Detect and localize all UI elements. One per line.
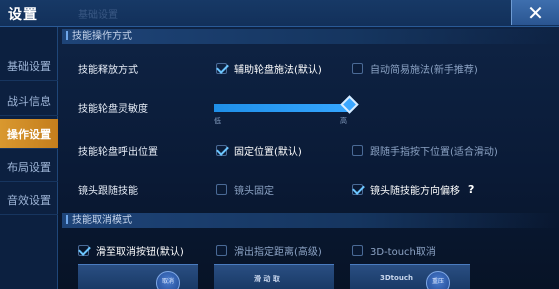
- slider-high-label: 高: [340, 117, 347, 125]
- slider-fill: [214, 104, 349, 112]
- section-header-operation: 技能操作方式: [62, 29, 559, 44]
- checkbox[interactable]: [352, 63, 363, 74]
- release-mode-label: 技能释放方式: [78, 65, 138, 76]
- option-label: 滑出指定距离(高级): [234, 247, 322, 258]
- checkbox[interactable]: [352, 245, 363, 256]
- camera-fixed-option[interactable]: 镜头固定: [216, 182, 274, 197]
- checkbox[interactable]: [216, 63, 227, 74]
- section-title: 技能取消模式: [72, 215, 132, 226]
- sidebar-item-basic[interactable]: 基础设置: [0, 51, 58, 81]
- sidebar-item-operation[interactable]: 操作设置: [0, 119, 58, 149]
- checkbox[interactable]: [352, 184, 363, 195]
- preview-cancel-button: 取消: [78, 264, 198, 289]
- position-follow-option[interactable]: 跟随手指按下位置(适合滑动): [352, 143, 498, 158]
- option-label: 滑至取消按钮(默认): [96, 247, 184, 258]
- option-label: 辅助轮盘施法(默认): [234, 65, 322, 76]
- page-title: 设置: [8, 7, 38, 23]
- checkbox[interactable]: [352, 145, 363, 156]
- sidebar-item-layout[interactable]: 布局设置: [0, 152, 58, 182]
- settings-content: 技能操作方式 技能释放方式 辅助轮盘施法(默认) 自动简易施法(新手推荐) 技能…: [62, 27, 559, 289]
- preview-press-circle: 重压: [426, 271, 450, 289]
- release-auto-option[interactable]: 自动简易施法(新手推荐): [352, 61, 478, 76]
- preview-label: 3Dtouch: [380, 274, 413, 282]
- preview-cancel-circle: 取消: [156, 271, 180, 289]
- preview-label: 滑 动 取: [254, 275, 280, 283]
- cancel-3dtouch-option[interactable]: 3D-touch取消: [352, 243, 436, 258]
- cancel-button-option[interactable]: 滑至取消按钮(默认): [78, 243, 184, 258]
- checkbox[interactable]: [216, 245, 227, 256]
- checkbox[interactable]: [78, 245, 89, 256]
- option-label: 跟随手指按下位置(适合滑动): [370, 147, 498, 158]
- camera-label: 镜头跟随技能: [78, 186, 138, 197]
- option-label: 自动简易施法(新手推荐): [370, 65, 478, 76]
- preview-distance: 滑 动 取: [214, 264, 334, 289]
- close-icon: ✕: [527, 0, 544, 25]
- section-marker: [66, 31, 68, 40]
- camera-follow-option[interactable]: 镜头随技能方向偏移 ?: [352, 182, 474, 197]
- sensitivity-slider[interactable]: [214, 104, 349, 112]
- slider-low-label: 低: [214, 117, 221, 125]
- help-icon[interactable]: ?: [468, 183, 474, 196]
- option-label: 3D-touch取消: [370, 247, 436, 258]
- option-label: 镜头固定: [234, 186, 274, 197]
- checkbox[interactable]: [216, 145, 227, 156]
- section-header-cancel: 技能取消模式: [62, 213, 559, 228]
- release-assist-option[interactable]: 辅助轮盘施法(默认): [216, 61, 322, 76]
- title-bar: 设置 基础设置 ✕: [0, 0, 559, 27]
- cancel-distance-option[interactable]: 滑出指定距离(高级): [216, 243, 322, 258]
- sidebar-item-combat[interactable]: 战斗信息: [0, 86, 58, 116]
- position-label: 技能轮盘呼出位置: [78, 147, 158, 158]
- preview-3dtouch: 3Dtouch 重压: [350, 264, 470, 289]
- faded-tab-label: 基础设置: [78, 10, 118, 21]
- sensitivity-label: 技能轮盘灵敏度: [78, 104, 148, 115]
- sidebar-item-sound[interactable]: 音效设置: [0, 185, 58, 215]
- settings-window: 设置 基础设置 ✕ 基础设置 战斗信息 操作设置 布局设置 音效设置 技能操作方…: [0, 0, 559, 289]
- checkbox[interactable]: [216, 184, 227, 195]
- close-button[interactable]: ✕: [511, 0, 559, 25]
- section-marker: [66, 215, 68, 224]
- option-label: 固定位置(默认): [234, 147, 302, 158]
- section-title: 技能操作方式: [72, 31, 132, 42]
- option-label: 镜头随技能方向偏移: [370, 186, 460, 197]
- sidebar: 基础设置 战斗信息 操作设置 布局设置 音效设置: [0, 27, 58, 289]
- position-fixed-option[interactable]: 固定位置(默认): [216, 143, 302, 158]
